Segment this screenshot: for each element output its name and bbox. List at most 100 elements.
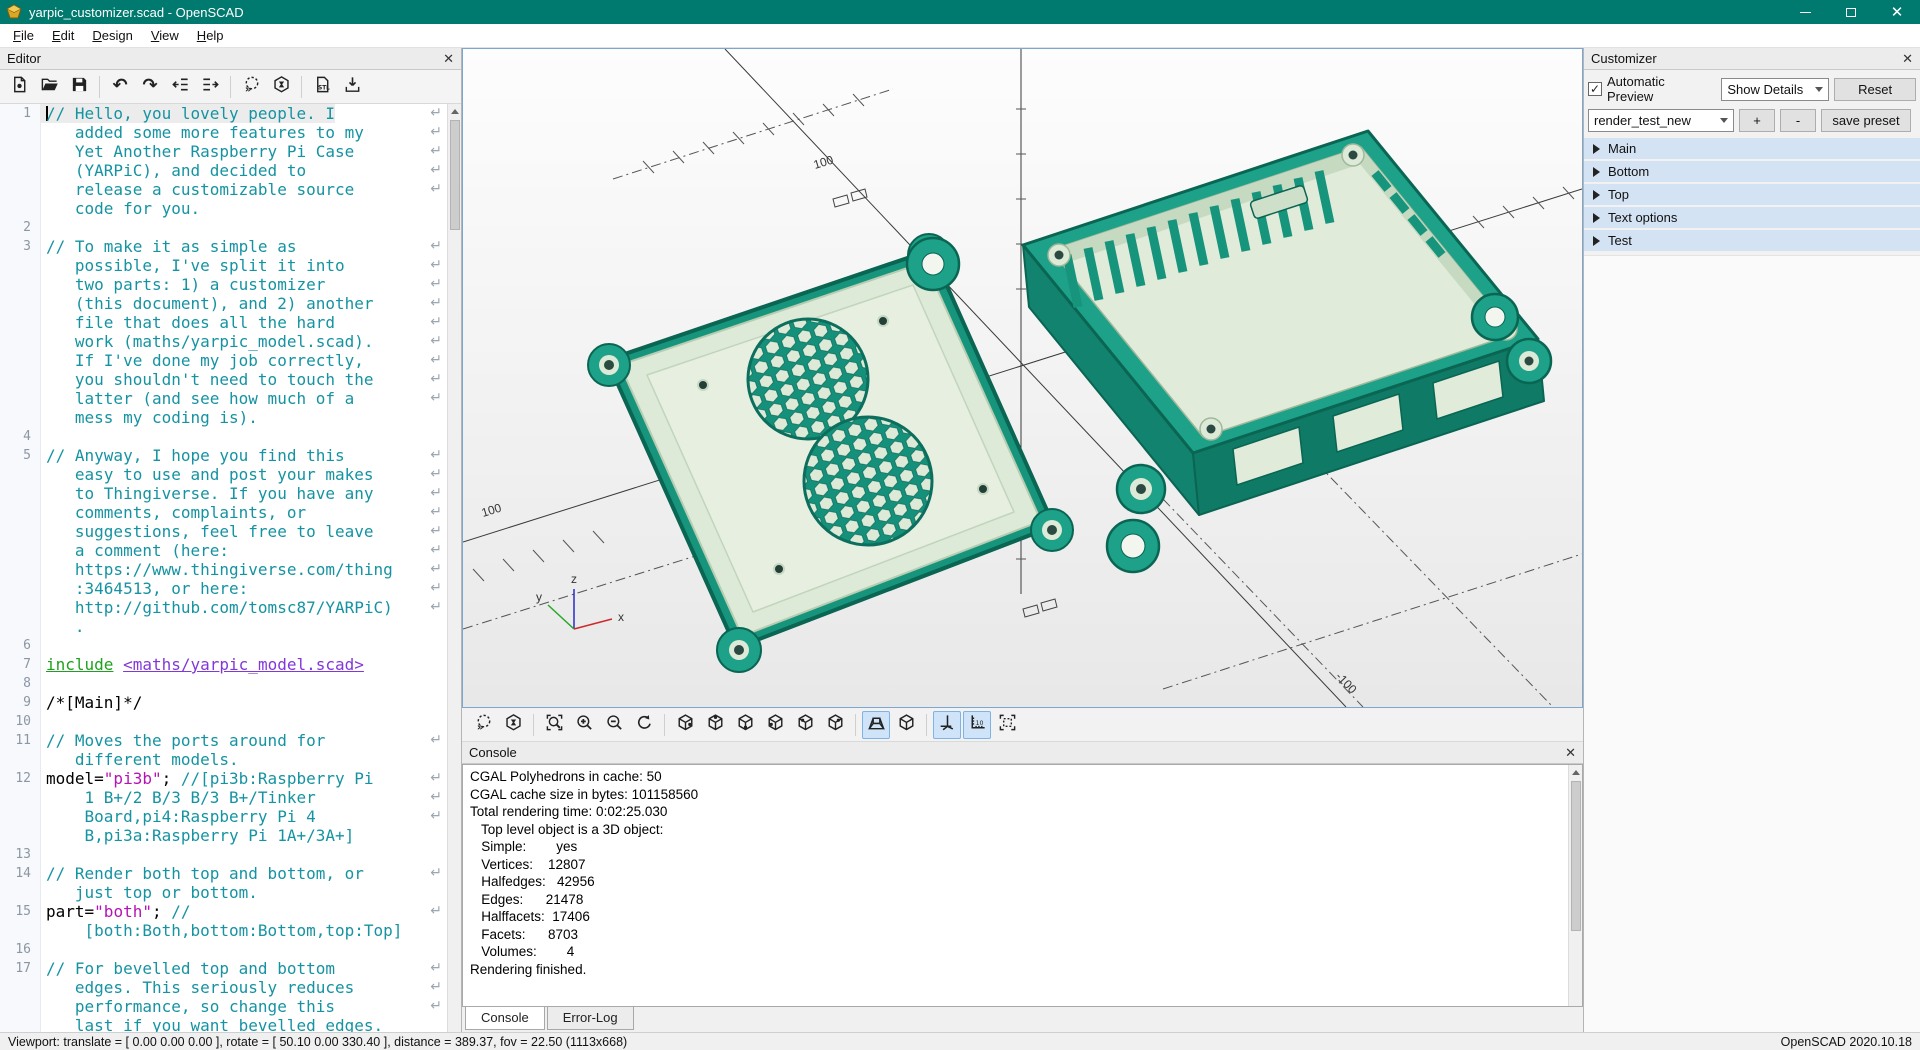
code-row[interactable]: B,pi3a:Raspberry Pi 1A+/3A+] [0, 826, 447, 845]
render-button[interactable] [499, 711, 527, 739]
editor-scrollbar-thumb[interactable] [450, 120, 460, 230]
code-row[interactable]: 16 [0, 940, 447, 959]
code-row[interactable]: different models. [0, 750, 447, 769]
code-row[interactable]: :3464513, or here:↵ [0, 579, 447, 598]
code-row[interactable]: 13 [0, 845, 447, 864]
code-row[interactable]: release a customizable source↵ [0, 180, 447, 199]
code-row[interactable]: code for you. [0, 199, 447, 218]
code-row[interactable]: suggestions, feel free to leave↵ [0, 522, 447, 541]
code-row[interactable]: performance, so change this↵ [0, 997, 447, 1016]
reset-view-button[interactable] [630, 711, 658, 739]
redo-button[interactable]: ↷ [136, 73, 164, 101]
indent-button[interactable] [196, 73, 224, 101]
code-row[interactable]: easy to use and post your makes↵ [0, 465, 447, 484]
code-row[interactable]: a comment (here:↵ [0, 541, 447, 560]
section-test[interactable]: Test [1584, 230, 1920, 251]
code-row[interactable]: added some more features to my↵ [0, 123, 447, 142]
view-left-button[interactable] [761, 711, 789, 739]
editor-scrollbar[interactable] [447, 104, 461, 1032]
section-text-options[interactable]: Text options [1584, 207, 1920, 228]
crosshairs-button[interactable] [933, 711, 961, 739]
editor-close-icon[interactable]: ✕ [443, 52, 454, 65]
new-file-button[interactable] [5, 73, 33, 101]
code-row[interactable]: http://github.com/tomsc87/YARPiC)↵ [0, 598, 447, 617]
code-row[interactable]: [both:Both,bottom:Bottom,top:Top] [0, 921, 447, 940]
details-dropdown[interactable]: Show Details [1721, 78, 1829, 101]
zoom-out-button[interactable] [600, 711, 628, 739]
code-row[interactable]: possible, I've split it into↵ [0, 256, 447, 275]
code-row[interactable]: two parts: 1) a customizer↵ [0, 275, 447, 294]
code-row[interactable]: 9/*[Main]*/ [0, 693, 447, 712]
send-button[interactable] [338, 73, 366, 101]
console-scroll-up-icon[interactable] [1569, 765, 1582, 779]
view-bottom-button[interactable] [731, 711, 759, 739]
code-row[interactable]: 12model="pi3b"; //[pi3b:Raspberry Pi↵ [0, 769, 447, 788]
preview-button[interactable]: » [469, 711, 497, 739]
tab-error-log[interactable]: Error-Log [547, 1007, 634, 1030]
console-scrollbar-thumb[interactable] [1571, 781, 1581, 931]
preset-dropdown[interactable]: render_test_new [1588, 109, 1734, 132]
code-row[interactable]: 4 [0, 427, 447, 446]
code-row[interactable]: 6 [0, 636, 447, 655]
code-row[interactable]: 11// Moves the ports around for↵ [0, 731, 447, 750]
remove-preset-button[interactable]: - [1780, 109, 1816, 132]
customizer-close-icon[interactable]: ✕ [1902, 52, 1913, 65]
code-row[interactable]: (this document), and 2) another↵ [0, 294, 447, 313]
automatic-preview-checkbox[interactable]: ✓ [1588, 82, 1602, 96]
save-button[interactable] [65, 73, 93, 101]
zoom-all-button[interactable] [540, 711, 568, 739]
code-row[interactable]: latter (and see how much of a↵ [0, 389, 447, 408]
code-row[interactable]: https://www.thingiverse.com/thing↵ [0, 560, 447, 579]
code-row[interactable]: 10 [0, 712, 447, 731]
view-back-button[interactable] [821, 711, 849, 739]
code-row[interactable]: 7include <maths/yarpic_model.scad> [0, 655, 447, 674]
code-row[interactable]: 1// Hello, you lovely people. I↵ [0, 104, 447, 123]
save-preset-button[interactable]: save preset [1821, 109, 1911, 132]
menu-view[interactable]: View [142, 25, 188, 46]
section-main[interactable]: Main [1584, 138, 1920, 159]
code-row[interactable]: 17// For bevelled top and bottom↵ [0, 959, 447, 978]
perspective-button[interactable] [862, 711, 890, 739]
code-row[interactable]: If I've done my job correctly,↵ [0, 351, 447, 370]
code-row[interactable]: 1 B+/2 B/3 B/3 B+/Tinker↵ [0, 788, 447, 807]
code-row[interactable]: you shouldn't need to touch the↵ [0, 370, 447, 389]
code-row[interactable]: Yet Another Raspberry Pi Case↵ [0, 142, 447, 161]
code-editor[interactable]: 1// Hello, you lovely people. I↵ added s… [0, 104, 447, 1032]
view-right-button[interactable] [671, 711, 699, 739]
menu-design[interactable]: Design [83, 25, 141, 46]
zoom-in-button[interactable] [570, 711, 598, 739]
tab-console[interactable]: Console [465, 1007, 545, 1030]
console-close-icon[interactable]: ✕ [1565, 746, 1576, 759]
close-button[interactable]: ✕ [1874, 0, 1920, 24]
code-row[interactable]: 15part="both"; //↵ [0, 902, 447, 921]
code-row[interactable]: (YARPiC), and decided to↵ [0, 161, 447, 180]
code-row[interactable]: comments, complaints, or↵ [0, 503, 447, 522]
code-row[interactable]: . [0, 617, 447, 636]
scale-markers-button[interactable]: 10 [963, 711, 991, 739]
view-top-button[interactable] [701, 711, 729, 739]
code-row[interactable]: to Thingiverse. If you have any↵ [0, 484, 447, 503]
view-front-button[interactable] [791, 711, 819, 739]
code-row[interactable]: last if you want bevelled edges. [0, 1016, 447, 1032]
view-all-button[interactable] [993, 711, 1021, 739]
code-row[interactable]: 8 [0, 674, 447, 693]
reset-button[interactable]: Reset [1834, 78, 1916, 101]
console-scrollbar[interactable] [1568, 765, 1582, 1006]
minimize-button[interactable] [1782, 0, 1828, 24]
section-top[interactable]: Top [1584, 184, 1920, 205]
add-preset-button[interactable]: + [1739, 109, 1775, 132]
orthographic-button[interactable] [892, 711, 920, 739]
code-row[interactable]: just top or bottom. [0, 883, 447, 902]
3d-viewport[interactable]: 100 100 -100 [462, 48, 1583, 708]
export-stl-button[interactable]: STL [308, 73, 336, 101]
menu-edit[interactable]: Edit [43, 25, 83, 46]
undo-button[interactable]: ↶ [106, 73, 134, 101]
code-row[interactable]: edges. This seriously reduces↵ [0, 978, 447, 997]
code-row[interactable]: mess my coding is). [0, 408, 447, 427]
open-button[interactable] [35, 73, 63, 101]
render-button[interactable] [267, 73, 295, 101]
code-row[interactable]: 2 [0, 218, 447, 237]
code-row[interactable]: file that does all the hard↵ [0, 313, 447, 332]
console-output[interactable]: CGAL Polyhedrons in cache: 50CGAL cache … [463, 765, 1568, 1006]
scroll-up-icon[interactable] [448, 104, 461, 118]
